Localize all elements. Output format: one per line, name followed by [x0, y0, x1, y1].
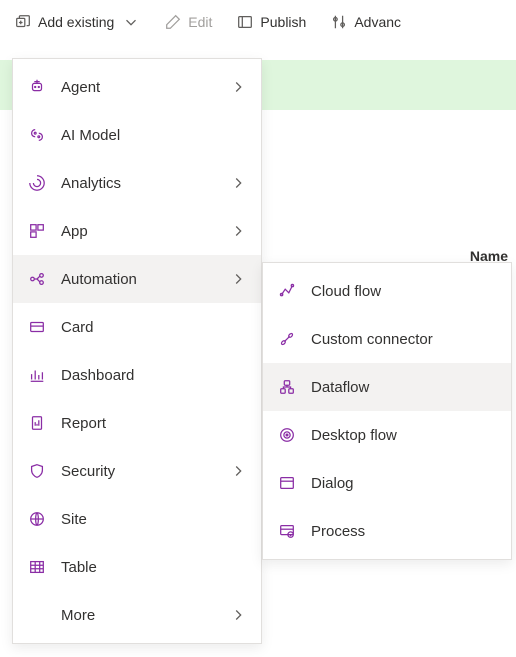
submenu-item-cloud-flow[interactable]: Cloud flow	[263, 267, 511, 315]
menu-item-analytics[interactable]: Analytics	[13, 159, 261, 207]
menu-item-dashboard[interactable]: Dashboard	[13, 351, 261, 399]
dialog-icon	[277, 474, 297, 492]
menu-item-label: Dashboard	[61, 367, 247, 384]
card-icon	[27, 318, 47, 336]
menu-item-label: Table	[61, 559, 247, 576]
command-bar: Add existing Edit Publish Advanc	[0, 0, 516, 44]
process-icon	[277, 522, 297, 540]
edit-label: Edit	[188, 14, 212, 30]
submenu-item-desktop-flow[interactable]: Desktop flow	[263, 411, 511, 459]
chevron-right-icon	[229, 606, 247, 624]
menu-item-label: Security	[61, 463, 215, 480]
submenu-item-dialog[interactable]: Dialog	[263, 459, 511, 507]
publish-icon	[236, 13, 254, 31]
menu-item-ai-model[interactable]: AI Model	[13, 111, 261, 159]
submenu-item-process[interactable]: Process	[263, 507, 511, 555]
menu-item-report[interactable]: Report	[13, 399, 261, 447]
chevron-right-icon	[229, 270, 247, 288]
analytics-icon	[27, 174, 47, 192]
app-icon	[27, 222, 47, 240]
agent-icon	[27, 78, 47, 96]
publish-button[interactable]: Publish	[226, 7, 316, 37]
table-icon	[27, 558, 47, 576]
cloud-flow-icon	[277, 282, 297, 300]
menu-item-security[interactable]: Security	[13, 447, 261, 495]
add-existing-icon	[14, 13, 32, 31]
submenu-item-label: Desktop flow	[311, 427, 497, 444]
menu-item-label: App	[61, 223, 215, 240]
add-existing-button[interactable]: Add existing	[4, 7, 150, 37]
menu-item-app[interactable]: App	[13, 207, 261, 255]
submenu-item-label: Custom connector	[311, 331, 497, 348]
edit-button[interactable]: Edit	[154, 7, 222, 37]
submenu-item-dataflow[interactable]: Dataflow	[263, 363, 511, 411]
automation-submenu: Cloud flow Custom connector Dataflow Des…	[262, 262, 512, 560]
chevron-right-icon	[229, 462, 247, 480]
chevron-down-icon	[122, 13, 140, 31]
ai-model-icon	[27, 126, 47, 144]
site-icon	[27, 510, 47, 528]
menu-item-more[interactable]: More	[13, 591, 261, 639]
menu-item-label: Card	[61, 319, 247, 336]
shield-icon	[27, 462, 47, 480]
menu-item-agent[interactable]: Agent	[13, 63, 261, 111]
chevron-right-icon	[229, 78, 247, 96]
chevron-right-icon	[229, 174, 247, 192]
submenu-item-label: Dataflow	[311, 379, 497, 396]
dashboard-icon	[27, 366, 47, 384]
submenu-item-label: Cloud flow	[311, 283, 497, 300]
submenu-item-label: Process	[311, 523, 497, 540]
advanced-icon	[330, 13, 348, 31]
desktop-flow-icon	[277, 426, 297, 444]
menu-item-label: AI Model	[61, 127, 247, 144]
menu-item-automation[interactable]: Automation	[13, 255, 261, 303]
menu-item-label: Report	[61, 415, 247, 432]
dataflow-icon	[277, 378, 297, 396]
connector-icon	[277, 330, 297, 348]
submenu-item-custom-connector[interactable]: Custom connector	[263, 315, 511, 363]
publish-label: Publish	[260, 14, 306, 30]
menu-item-site[interactable]: Site	[13, 495, 261, 543]
menu-item-label: Analytics	[61, 175, 215, 192]
add-existing-menu: Agent AI Model Analytics App Automation	[12, 58, 262, 644]
menu-item-label: More	[61, 607, 215, 624]
advanced-button[interactable]: Advanc	[320, 7, 411, 37]
menu-item-label: Automation	[61, 271, 215, 288]
menu-item-label: Site	[61, 511, 247, 528]
add-existing-label: Add existing	[38, 14, 114, 30]
report-icon	[27, 414, 47, 432]
menu-item-table[interactable]: Table	[13, 543, 261, 591]
edit-icon	[164, 13, 182, 31]
menu-item-card[interactable]: Card	[13, 303, 261, 351]
automation-icon	[27, 270, 47, 288]
chevron-right-icon	[229, 222, 247, 240]
advanced-label: Advanc	[354, 14, 401, 30]
submenu-item-label: Dialog	[311, 475, 497, 492]
menu-item-label: Agent	[61, 79, 215, 96]
